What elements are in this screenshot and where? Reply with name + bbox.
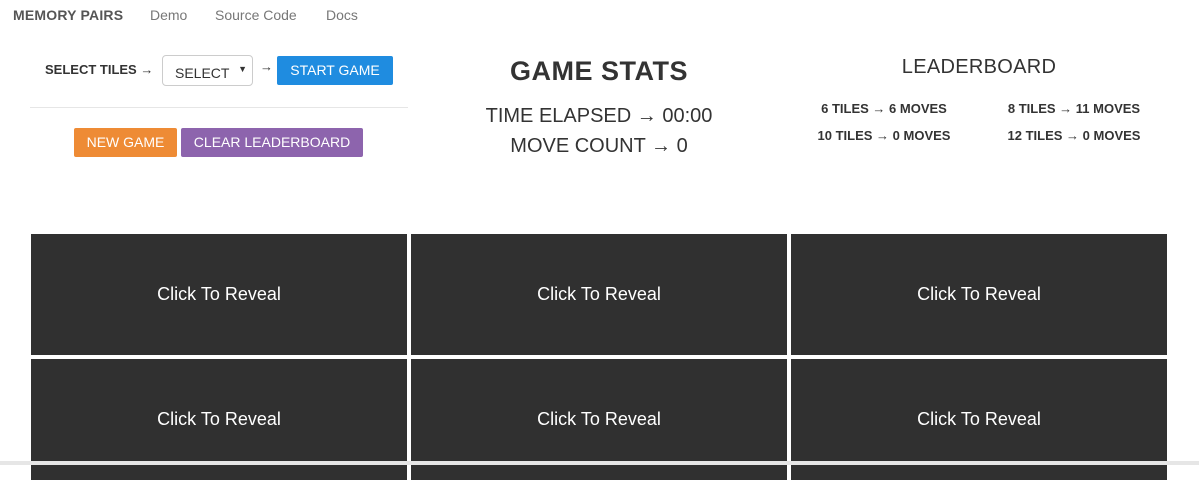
- select-tiles-label: SELECT TILES →: [45, 62, 154, 77]
- tiles-select-value: SELECT: [175, 65, 230, 81]
- nav-link-docs[interactable]: Docs: [326, 7, 358, 23]
- memory-tile[interactable]: Click To Reveal: [411, 234, 787, 355]
- clear-leaderboard-button[interactable]: CLEAR LEADERBOARD: [181, 128, 363, 157]
- tiles-select[interactable]: SELECT ▼: [162, 55, 253, 86]
- leaderboard-entry: 10 TILES → 0 MOVES: [817, 128, 951, 143]
- new-game-button[interactable]: NEW GAME: [74, 128, 177, 157]
- arrow-icon: →: [260, 59, 273, 74]
- time-elapsed: TIME ELAPSED → 00:00: [485, 105, 713, 127]
- leaderboard-entry: 8 TILES → 11 MOVES: [1007, 101, 1141, 116]
- memory-tile[interactable]: Click To Reveal: [791, 234, 1167, 355]
- game-stats-title: GAME STATS: [510, 56, 688, 86]
- navbar: MEMORY PAIRS Demo Source Code Docs: [0, 0, 1199, 30]
- leaderboard-entry: 12 TILES → 0 MOVES: [1007, 128, 1141, 143]
- nav-link-source-code[interactable]: Source Code: [215, 7, 297, 23]
- leaderboard-entry: 6 TILES → 6 MOVES: [821, 101, 947, 116]
- controls-divider: [30, 107, 408, 108]
- brand-logo[interactable]: MEMORY PAIRS: [13, 7, 123, 23]
- move-count: MOVE COUNT → 0: [510, 135, 688, 157]
- leaderboard-title: LEADERBOARD: [901, 56, 1057, 78]
- start-game-button[interactable]: START GAME: [277, 56, 393, 85]
- memory-tile[interactable]: Click To Reveal: [31, 234, 407, 355]
- chevron-down-icon: ▼: [238, 64, 247, 74]
- horizontal-scrollbar[interactable]: [0, 461, 1199, 465]
- nav-link-demo[interactable]: Demo: [150, 7, 187, 23]
